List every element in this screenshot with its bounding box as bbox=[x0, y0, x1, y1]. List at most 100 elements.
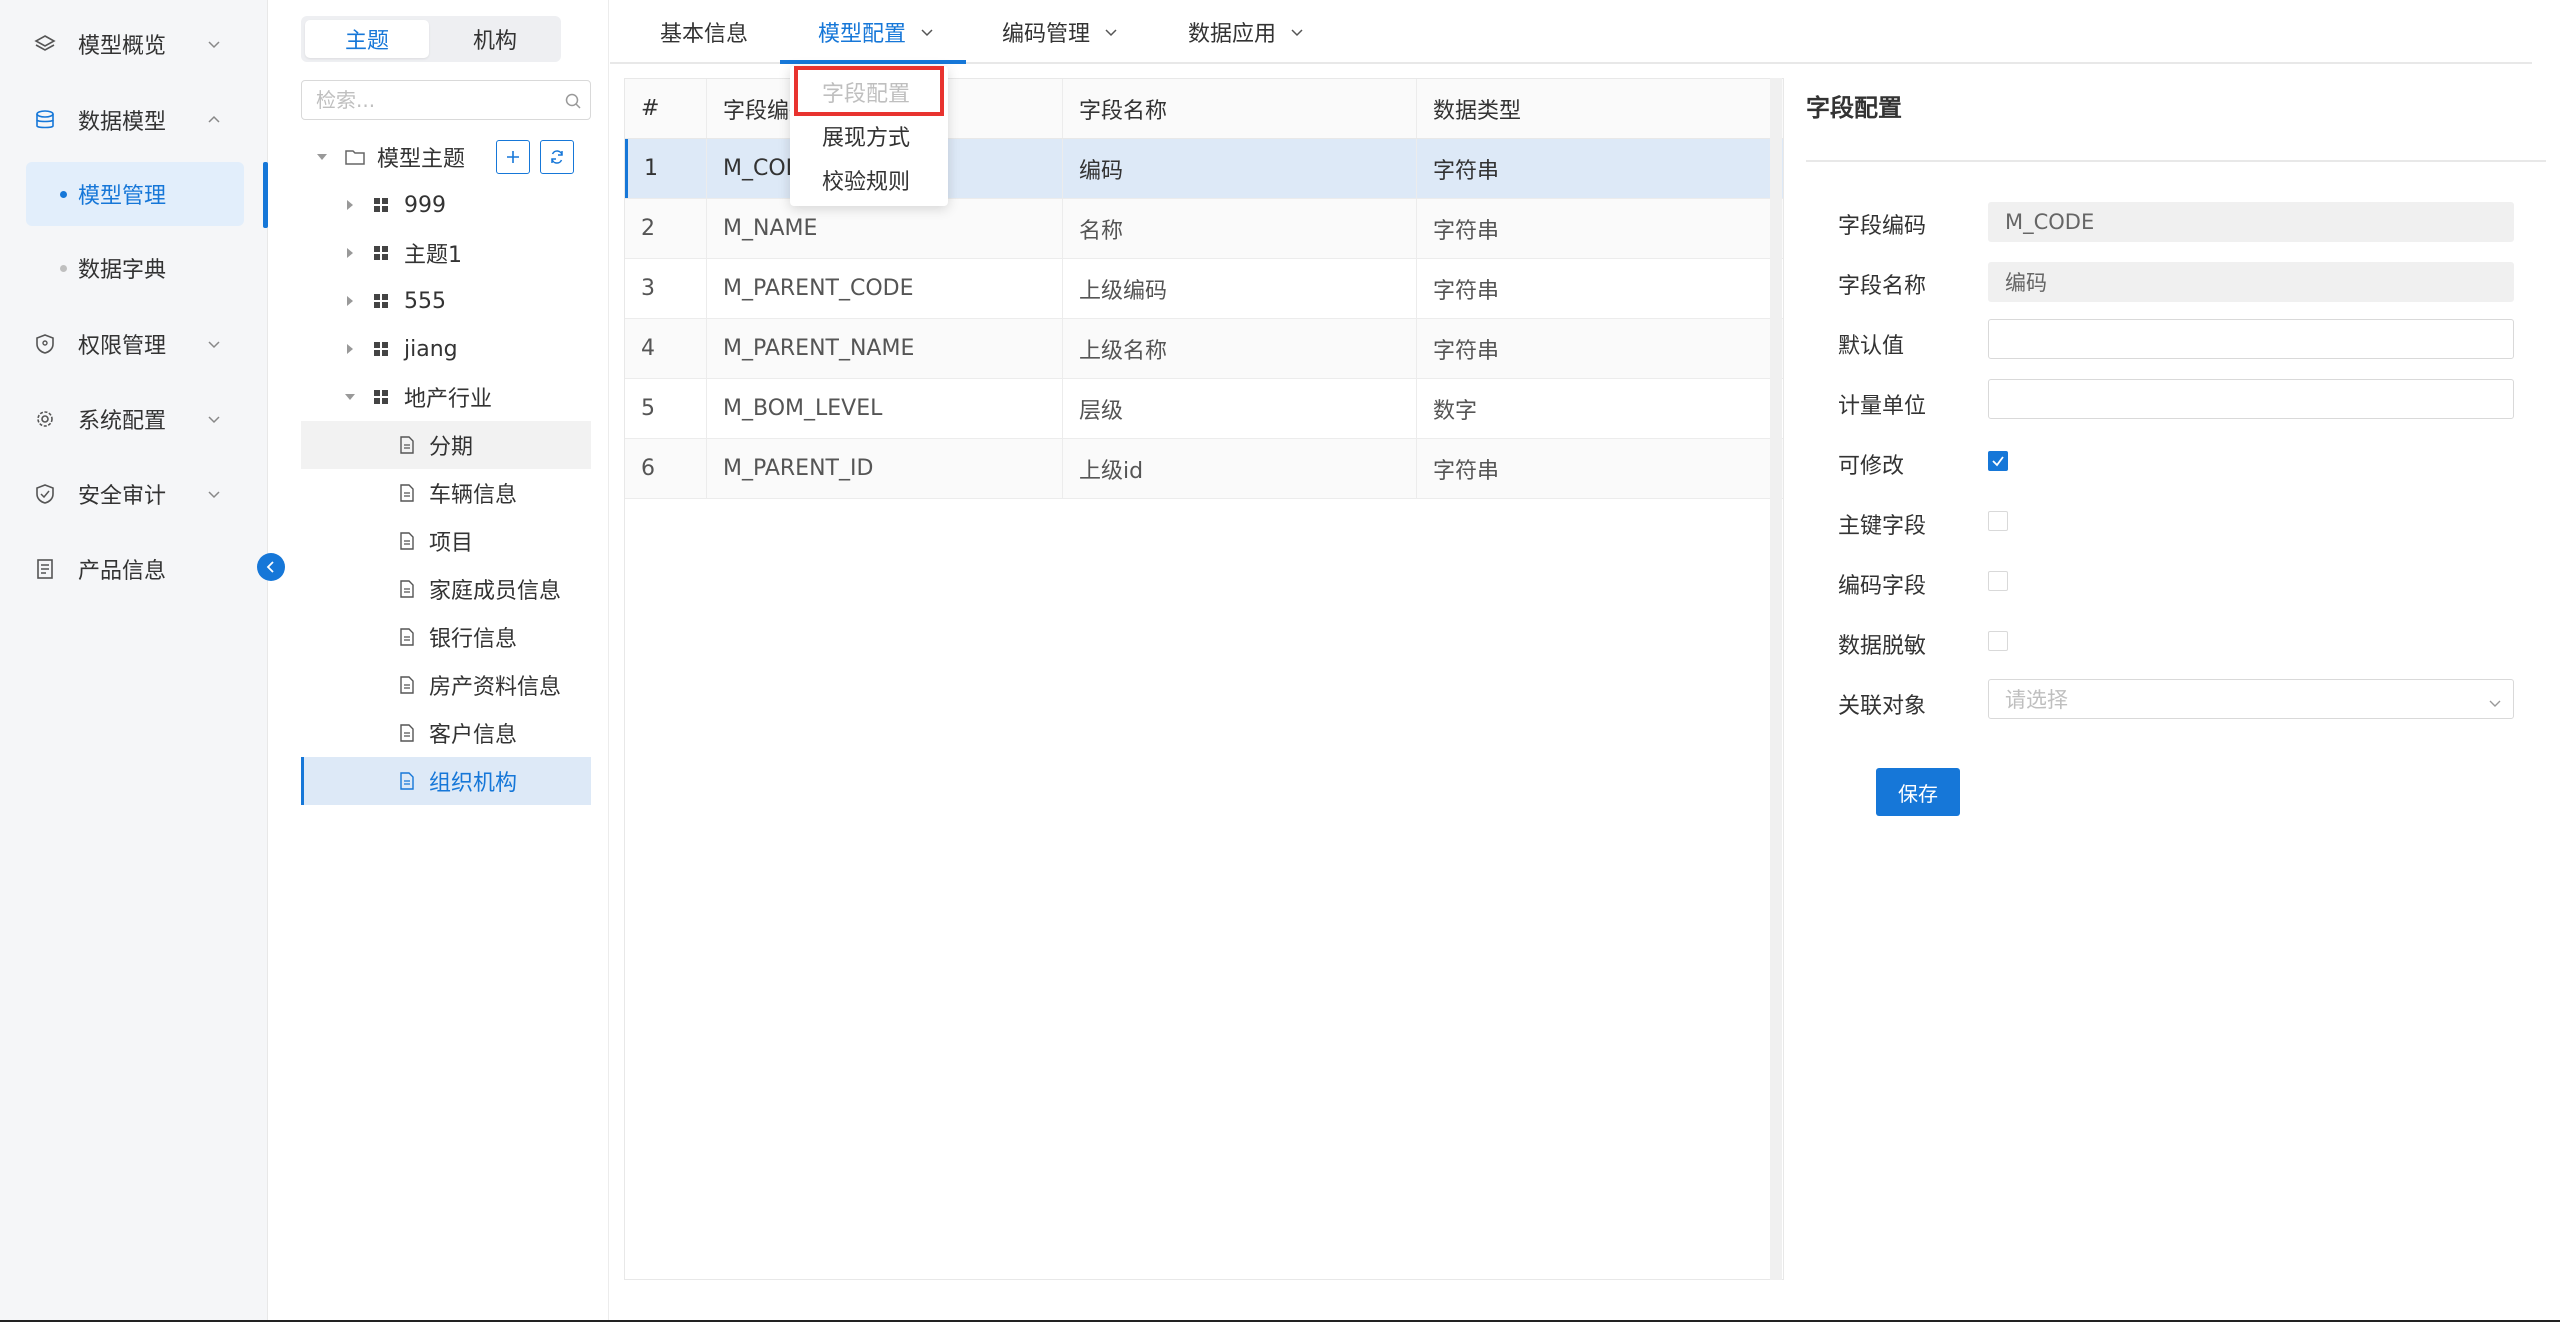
nav-item-data-model[interactable]: 数据模型 bbox=[0, 90, 268, 150]
tree-search-input[interactable] bbox=[302, 81, 552, 119]
tree-leaf[interactable]: 家庭成员信息 bbox=[301, 565, 591, 613]
cell-index: 4 bbox=[625, 319, 707, 378]
cell-name: 层级 bbox=[1063, 379, 1417, 438]
table-row[interactable]: 6 M_PARENT_ID 上级id 字符串 bbox=[625, 439, 1783, 499]
nav-sub-model-management[interactable]: 模型管理 bbox=[26, 162, 244, 226]
nav-item-system-config[interactable]: 系统配置 bbox=[0, 389, 268, 449]
nav-item-product-info[interactable]: 产品信息 bbox=[0, 539, 268, 599]
tree-node-expanded[interactable]: 地产行业 bbox=[301, 373, 591, 421]
table-row[interactable]: 3 M_PARENT_CODE 上级编码 字符串 bbox=[625, 259, 1783, 319]
tree-node[interactable]: 555 bbox=[301, 277, 591, 325]
nav-label: 数据模型 bbox=[78, 110, 167, 135]
cell-type: 字符串 bbox=[1433, 278, 1500, 304]
chevron-left-icon bbox=[266, 561, 274, 573]
code-field-checkbox[interactable] bbox=[1988, 571, 2008, 591]
tab-code-management[interactable]: 编码管理 bbox=[1002, 0, 1120, 64]
cell-index: 2 bbox=[625, 199, 707, 258]
refresh-button[interactable] bbox=[540, 140, 574, 174]
unit-label: 计量单位 bbox=[1838, 394, 1927, 419]
chevron-down-icon bbox=[1290, 24, 1306, 40]
tree-node-label: 999 bbox=[404, 192, 446, 218]
primary-key-label: 主键字段 bbox=[1838, 514, 1927, 539]
tree-leaf[interactable]: 银行信息 bbox=[301, 613, 591, 661]
nav-item-model-overview[interactable]: 模型概览 bbox=[0, 14, 268, 74]
column-header: # bbox=[625, 79, 707, 138]
tree-leaf[interactable]: 客户信息 bbox=[301, 709, 591, 757]
cell-name: 上级编码 bbox=[1063, 259, 1417, 318]
file-icon bbox=[397, 483, 417, 503]
chevron-down-icon bbox=[206, 336, 222, 352]
unit-input[interactable] bbox=[1988, 379, 2514, 419]
editable-checkbox[interactable] bbox=[1988, 451, 2008, 471]
table-row[interactable]: 2 M_NAME 名称 字符串 bbox=[625, 199, 1783, 259]
database-icon bbox=[32, 107, 58, 133]
caret-right-icon[interactable] bbox=[347, 248, 353, 258]
tab-active-indicator bbox=[780, 60, 966, 64]
cell-type: 字符串 bbox=[1433, 458, 1500, 484]
cell-code: M_BOM_LEVEL bbox=[707, 379, 1063, 438]
cell-type: 字符串 bbox=[1433, 218, 1500, 244]
caret-right-icon[interactable] bbox=[347, 344, 353, 354]
audit-icon bbox=[32, 481, 58, 507]
primary-key-checkbox[interactable] bbox=[1988, 511, 2008, 531]
caret-down-icon[interactable] bbox=[317, 154, 327, 160]
relation-select[interactable]: 请选择 bbox=[1988, 679, 2514, 719]
nav-item-security-audit[interactable]: 安全审计 bbox=[0, 464, 268, 524]
tree-leaf[interactable]: 分期 bbox=[301, 421, 591, 469]
column-header: 数据类型 bbox=[1433, 98, 1522, 124]
nav-label: 安全审计 bbox=[78, 484, 167, 509]
nav-label: 系统配置 bbox=[78, 409, 167, 434]
grid-icon bbox=[371, 243, 391, 263]
tree-leaf[interactable]: 项目 bbox=[301, 517, 591, 565]
tab-basic-info[interactable]: 基本信息 bbox=[660, 0, 748, 64]
caret-right-icon[interactable] bbox=[347, 296, 353, 306]
tree-leaf-selected[interactable]: 组织机构 bbox=[301, 757, 591, 805]
nav-item-permission[interactable]: 权限管理 bbox=[0, 314, 268, 374]
chevron-down-icon bbox=[2487, 692, 2503, 708]
file-icon bbox=[397, 435, 417, 455]
grid-icon bbox=[371, 195, 391, 215]
cell-index: 6 bbox=[625, 439, 707, 498]
tree-leaf-label: 银行信息 bbox=[429, 627, 518, 652]
tree-leaf[interactable]: 车辆信息 bbox=[301, 469, 591, 517]
chevron-down-icon bbox=[920, 24, 936, 40]
grid-icon bbox=[371, 291, 391, 311]
menu-item-validation-rules[interactable]: 校验规则 bbox=[790, 158, 948, 202]
tab-label: 模型配置 bbox=[818, 22, 907, 47]
data-masking-checkbox[interactable] bbox=[1988, 631, 2008, 651]
tree-node[interactable]: 主题1 bbox=[301, 229, 591, 277]
cell-index: 5 bbox=[625, 379, 707, 438]
file-icon bbox=[397, 771, 417, 791]
default-value-input[interactable] bbox=[1988, 319, 2514, 359]
tree-node[interactable]: 999 bbox=[301, 181, 591, 229]
caret-right-icon[interactable] bbox=[347, 200, 353, 210]
shield-icon bbox=[32, 331, 58, 357]
cell-name: 上级名称 bbox=[1063, 319, 1417, 378]
refresh-icon bbox=[551, 150, 563, 164]
cell-code: M_PARENT_NAME bbox=[707, 319, 1063, 378]
table-scrollbar[interactable] bbox=[1770, 78, 1782, 1280]
gear-icon bbox=[32, 406, 58, 432]
seg-tab-theme[interactable]: 主题 bbox=[305, 20, 429, 58]
check-icon bbox=[1992, 456, 2004, 467]
caret-down-icon[interactable] bbox=[345, 394, 355, 400]
collapse-sidebar-button[interactable] bbox=[257, 553, 285, 581]
tab-data-application[interactable]: 数据应用 bbox=[1188, 0, 1306, 64]
nav-sub-data-dictionary[interactable]: 数据字典 bbox=[26, 236, 244, 300]
tree-node[interactable]: jiang bbox=[301, 325, 591, 373]
field-code-label: 字段编码 bbox=[1838, 214, 1927, 239]
add-button[interactable] bbox=[496, 140, 530, 174]
save-button[interactable]: 保存 bbox=[1876, 768, 1960, 816]
segmented-control: 主题 机构 bbox=[301, 16, 561, 62]
tab-model-config[interactable]: 模型配置 bbox=[818, 0, 936, 64]
tree-leaf[interactable]: 房产资料信息 bbox=[301, 661, 591, 709]
search-icon[interactable] bbox=[564, 91, 582, 109]
divider bbox=[1806, 160, 2546, 162]
table-row[interactable]: 5 M_BOM_LEVEL 层级 数字 bbox=[625, 379, 1783, 439]
tab-label: 基本信息 bbox=[660, 22, 749, 47]
tree-leaf-label: 家庭成员信息 bbox=[429, 579, 562, 604]
menu-item-field-config[interactable]: 字段配置 bbox=[790, 70, 948, 114]
seg-tab-organization[interactable]: 机构 bbox=[433, 20, 557, 58]
menu-item-display-mode[interactable]: 展现方式 bbox=[790, 114, 948, 158]
table-row[interactable]: 4 M_PARENT_NAME 上级名称 字符串 bbox=[625, 319, 1783, 379]
